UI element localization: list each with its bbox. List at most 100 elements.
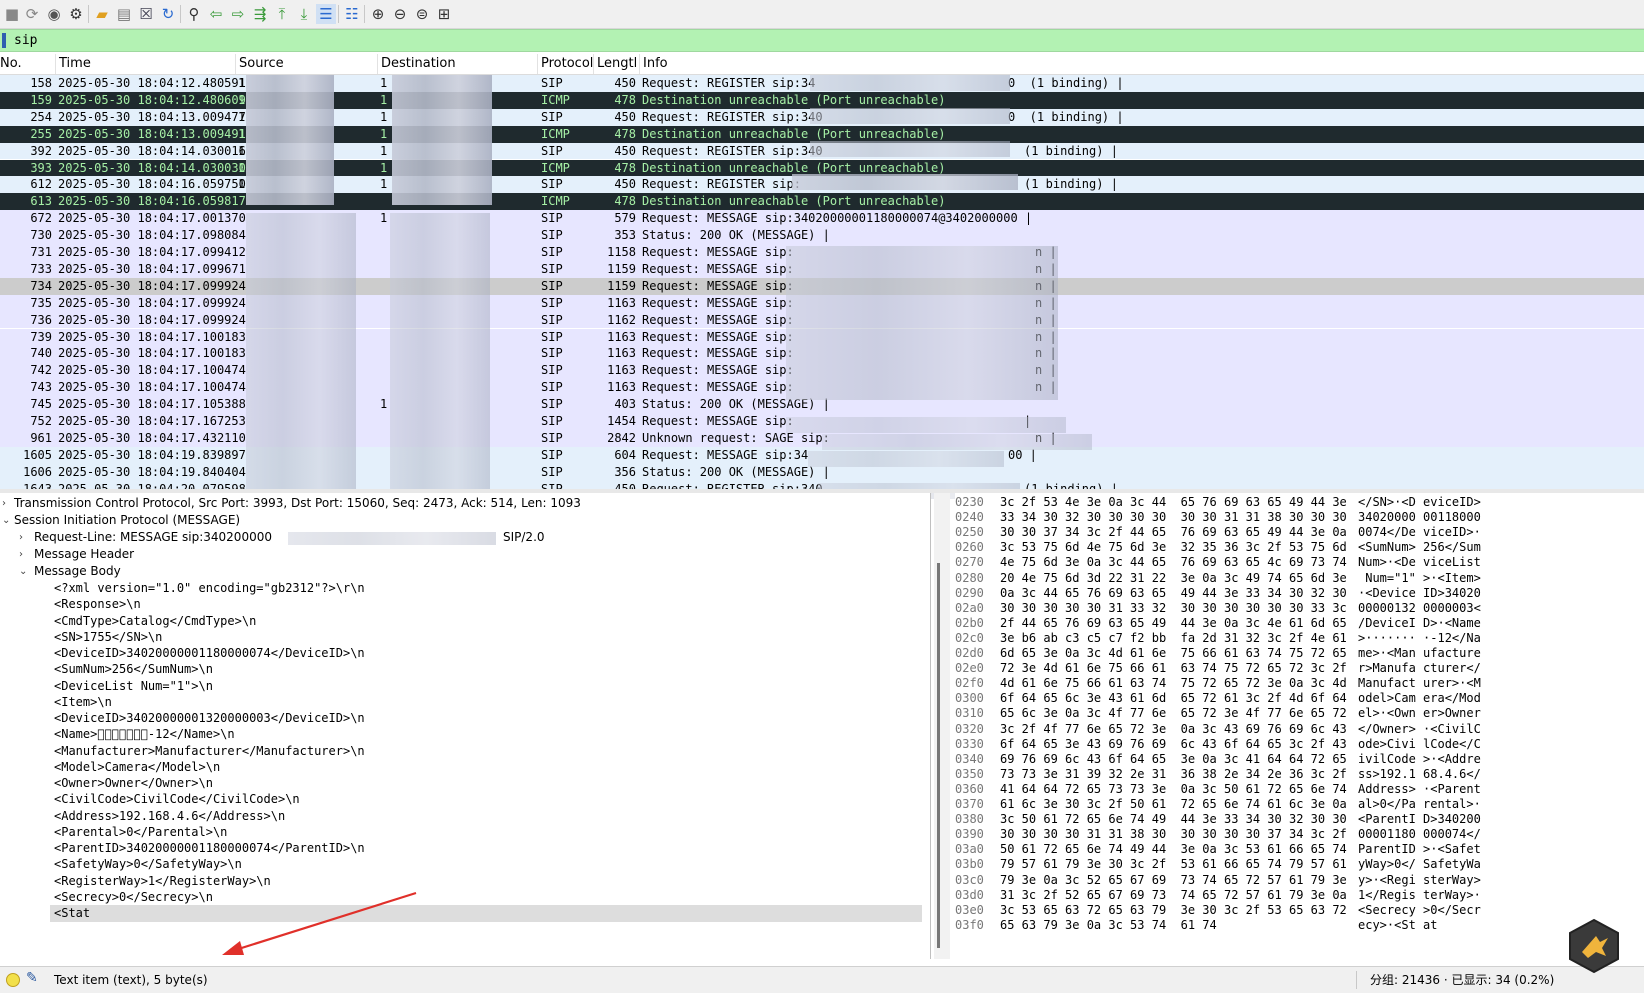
message-body-line[interactable]: <Address>192.168.4.6</Address>\n [54, 808, 285, 825]
capture-options-icon[interactable]: ⚙ [66, 4, 86, 24]
message-body-line[interactable]: <CivilCode>CivilCode</CivilCode>\n [54, 791, 300, 808]
detail-sip[interactable]: Session Initiation Protocol (MESSAGE) [14, 512, 240, 529]
byte-row[interactable]: 0300 6f 64 65 6c 3e 43 61 6d 65 72 61 3c … [955, 691, 1644, 706]
column-info[interactable]: Info [640, 54, 1644, 74]
detail-tcp[interactable]: Transmission Control Protocol, Src Port:… [14, 495, 581, 512]
colorize-icon[interactable]: ☷ [342, 4, 362, 24]
expanded-arrow-icon[interactable]: ⌄ [2, 512, 10, 529]
message-body-line[interactable]: <DeviceID>34020000001180000074</DeviceID… [54, 645, 365, 662]
zoom-out-icon[interactable]: ⊖ [390, 4, 410, 24]
message-body-line[interactable]: <Model>Camera</Model>\n [54, 759, 220, 776]
message-body-line[interactable]: <RegisterWay>1</RegisterWay>\n [54, 873, 271, 890]
byte-row[interactable]: 03a0 50 61 72 65 6e 74 49 44 3e 0a 3c 53 … [955, 842, 1644, 857]
expanded-arrow-icon[interactable]: ⌄ [19, 563, 27, 580]
reload-icon[interactable]: ↻ [158, 4, 178, 24]
column-no[interactable]: No. [0, 54, 56, 74]
last-icon[interactable]: ⤓ [294, 4, 314, 24]
packet-proto: SIP [541, 228, 563, 243]
detail-message-body[interactable]: Message Body [34, 563, 121, 580]
byte-row[interactable]: 0340 69 76 69 6c 43 6f 64 65 3e 0a 3c 41 … [955, 752, 1644, 767]
message-body-line[interactable]: <Name>       -12</Name>\n [54, 726, 235, 743]
message-body-line[interactable]: <DeviceList Num="1">\n [54, 678, 213, 695]
column-source[interactable]: Source [236, 54, 378, 74]
packet-time: 2025-05-30 18:04:17.167253 [58, 414, 246, 428]
message-body-line[interactable]: <SumNum>256</SumNum>\n [54, 661, 213, 678]
byte-row[interactable]: 0390 30 30 30 30 31 31 38 30 30 30 30 30 … [955, 827, 1644, 842]
restart-icon[interactable]: ⟳ [22, 4, 42, 24]
message-body-line[interactable]: <SN>1755</SN>\n [54, 629, 162, 646]
byte-row[interactable]: 03c0 79 3e 0a 3c 52 65 67 69 73 74 65 72 … [955, 873, 1644, 888]
byte-row[interactable]: 03e0 3c 53 65 63 72 65 63 79 3e 30 3c 2f … [955, 903, 1644, 918]
options-icon[interactable]: ◉ [44, 4, 64, 24]
byte-row[interactable]: 0330 6f 64 65 3e 43 69 76 69 6c 43 6f 64 … [955, 737, 1644, 752]
byte-row[interactable]: 03b0 79 57 61 79 3e 30 3c 2f 53 61 66 65 … [955, 857, 1644, 872]
byte-row[interactable]: 03f0 65 63 79 3e 0a 3c 53 74 61 74 ecy>·<S… [955, 918, 1644, 933]
message-body-line[interactable]: <SafetyWay>0</SafetyWay>\n [54, 856, 242, 873]
message-body-line[interactable]: <DeviceID>34020000001320000003</DeviceID… [54, 710, 365, 727]
forward-icon[interactable]: ⇨ [228, 4, 248, 24]
byte-row[interactable]: 0280 20 4e 75 6d 3d 22 31 22 3e 0a 3c 49 … [955, 571, 1644, 586]
stop-icon[interactable]: ■ [2, 4, 22, 24]
collapsed-arrow-icon[interactable]: › [19, 529, 23, 546]
byte-row[interactable]: 02e0 72 3e 4d 61 6e 75 66 61 63 74 75 72 … [955, 661, 1644, 676]
find-icon[interactable]: ⚲ [184, 4, 204, 24]
message-body-line[interactable]: <Manufacturer>Manufacturer</Manufacturer… [54, 743, 365, 760]
edit-comment-icon[interactable]: ✎ [26, 970, 38, 986]
column-protocol[interactable]: Protocol [538, 54, 594, 74]
byte-row[interactable]: 02f0 4d 61 6e 75 66 61 63 74 75 72 65 72 … [955, 676, 1644, 691]
message-body-line[interactable]: <Parental>0</Parental>\n [54, 824, 227, 841]
details-scrollbar[interactable] [934, 493, 950, 959]
byte-row[interactable]: 02a0 30 30 30 30 30 31 33 32 30 30 30 30 … [955, 601, 1644, 616]
autoscroll-icon[interactable]: ☰ [316, 4, 336, 24]
message-body-line[interactable]: <ParentID>34020000001180000074</ParentID… [54, 840, 365, 857]
display-filter-input[interactable]: sip [14, 30, 37, 51]
byte-row[interactable]: 02d0 6d 65 3e 0a 3c 4d 61 6e 75 66 61 63 … [955, 646, 1644, 661]
message-body-line[interactable]: <Item>\n [54, 694, 112, 711]
byte-row[interactable]: 03d0 31 3c 2f 52 65 67 69 73 74 65 72 57 … [955, 888, 1644, 903]
column-time[interactable]: Time [56, 54, 236, 74]
byte-row[interactable]: 0290 0a 3c 44 65 76 69 63 65 49 44 3e 33 … [955, 586, 1644, 601]
column-destination[interactable]: Destination [378, 54, 538, 74]
byte-row[interactable]: 0370 61 6c 3e 30 3c 2f 50 61 72 65 6e 74 … [955, 797, 1644, 812]
filter-bookmark-icon[interactable] [2, 33, 6, 48]
message-body-line[interactable]: <Secrecy>0</Secrecy>\n [54, 889, 213, 906]
byte-row[interactable]: 0240 33 34 30 32 30 30 30 30 30 30 31 31 … [955, 510, 1644, 525]
column-length[interactable]: Lengtl [594, 54, 640, 74]
byte-row[interactable]: 0350 73 73 3e 31 39 32 2e 31 36 38 2e 34 … [955, 767, 1644, 782]
detail-message-header[interactable]: Message Header [34, 546, 134, 563]
back-icon[interactable]: ⇦ [206, 4, 226, 24]
zoom-reset-icon[interactable]: ⊜ [412, 4, 432, 24]
detail-request-line[interactable]: Request-Line: MESSAGE sip:340200000 [34, 529, 272, 546]
message-body-line[interactable]: <CmdType>Catalog</CmdType>\n [54, 613, 256, 630]
save-icon[interactable]: ▤ [114, 4, 134, 24]
byte-row[interactable]: 0270 4e 75 6d 3e 0a 3c 44 65 76 69 63 65 … [955, 555, 1644, 570]
resize-columns-icon[interactable]: ⊞ [434, 4, 454, 24]
byte-row[interactable]: 0320 3c 2f 4f 77 6e 65 72 3e 0a 3c 43 69 … [955, 722, 1644, 737]
message-body-line[interactable]: <?xml version="1.0" encoding="gb2312"?>\… [54, 580, 365, 597]
byte-row[interactable]: 02b0 2f 44 65 76 69 63 65 49 44 3e 0a 3c … [955, 616, 1644, 631]
message-body-line[interactable]: <Response>\n [54, 596, 141, 613]
packet-details-pane[interactable]: › Transmission Control Protocol, Src Por… [0, 493, 931, 959]
close-file-icon[interactable]: ☒ [136, 4, 156, 24]
byte-row[interactable]: 0260 3c 53 75 6d 4e 75 6d 3e 32 35 36 3c … [955, 540, 1644, 555]
packet-len: 478 [614, 92, 636, 107]
byte-row[interactable]: 0310 65 6c 3e 0a 3c 4f 77 6e 65 72 3e 4f … [955, 706, 1644, 721]
zoom-in-icon[interactable]: ⊕ [368, 4, 388, 24]
packet-no: 392 [30, 143, 52, 158]
packet-time: 2025-05-30 18:04:17.100183 [58, 329, 246, 344]
byte-row[interactable]: 02c0 3e b6 ab c3 c5 c7 f2 bb fa 2d 31 32 … [955, 631, 1644, 646]
byte-row[interactable]: 0230 3c 2f 53 4e 3e 0a 3c 44 65 76 69 63 … [955, 495, 1644, 510]
expert-info-icon[interactable] [6, 973, 20, 987]
collapsed-arrow-icon[interactable]: › [19, 546, 23, 563]
byte-row[interactable]: 0360 41 64 64 72 65 73 73 3e 0a 3c 50 61 … [955, 782, 1644, 797]
message-body-line[interactable]: <Stat [50, 905, 922, 922]
goto-icon[interactable]: ⇶ [250, 4, 270, 24]
byte-row[interactable]: 0250 30 30 37 34 3c 2f 44 65 76 69 63 65 … [955, 525, 1644, 540]
packet-bytes-pane[interactable]: 0230 3c 2f 53 4e 3e 0a 3c 44 65 76 69 63 … [955, 493, 1644, 959]
first-icon[interactable]: ⤒ [272, 4, 292, 24]
open-icon[interactable]: ▰ [92, 4, 112, 24]
collapsed-arrow-icon[interactable]: › [2, 495, 6, 512]
byte-row[interactable]: 0380 3c 50 61 72 65 6e 74 49 44 3e 33 34 … [955, 812, 1644, 827]
message-body-line[interactable]: <Owner>Owner</Owner>\n [54, 775, 213, 792]
byte-ascii: Num>·<De viceList [1358, 555, 1481, 570]
